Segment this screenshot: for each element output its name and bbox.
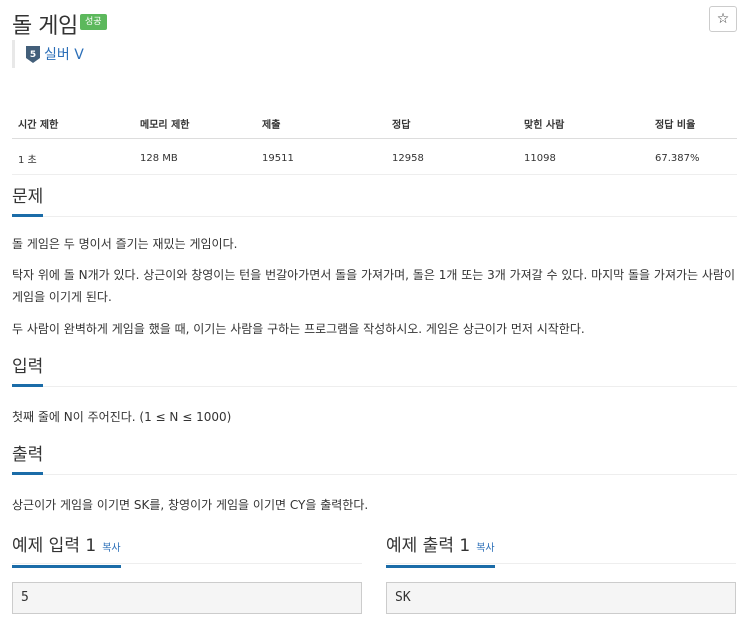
tier-number: 5 [30,50,36,60]
problem-paragraph-3: 두 사람이 완벽하게 게임을 했을 때, 이기는 사람을 구하는 프로그램을 작… [12,322,585,336]
stats-time-limit: 1 초 [12,138,134,175]
stats-header-solvers: 맞힌 사람 [518,110,649,139]
stats-header-time-limit: 시간 제한 [12,110,134,139]
tier-indicator[interactable]: 5 실버 V [12,40,84,68]
sample-input-title: 예제 입력 1 복사 [12,535,121,568]
problem-stats-table: 시간 제한 메모리 제한 제출 정답 맞힌 사람 정답 비율 1 초 128 M… [12,110,737,175]
stats-header-ratio: 정답 비율 [649,110,737,139]
status-badge: 성공 [80,14,107,30]
stats-ratio: 67.387% [649,138,737,175]
stats-header-memory-limit: 메모리 제한 [134,110,256,139]
star-icon: ☆ [716,11,730,27]
output-section-header: 출력 [12,444,737,475]
problem-title: 돌 게임 [12,14,78,39]
tier-shield-icon: 5 [26,45,40,63]
tier-label[interactable]: 실버 V [44,44,84,64]
sample-input-panel: 예제 입력 1 복사 5 [12,535,362,614]
problem-section-header: 문제 [12,186,737,217]
sample-output-box[interactable]: SK [386,582,736,614]
stats-header-row: 시간 제한 메모리 제한 제출 정답 맞힌 사람 정답 비율 [12,110,737,139]
copy-sample-input-link[interactable]: 복사 [102,543,120,554]
stats-header-accepted: 정답 [386,110,518,139]
input-section-title: 입력 [12,356,44,387]
output-description: 상근이가 게임을 이기면 SK를, 창영이가 게임을 이기면 CY을 출력한다. [12,498,369,512]
problem-page: 돌 게임 성공 ☆ 5 실버 V 시간 제한 메모리 제한 제출 정답 맞힌 사… [12,0,737,614]
stats-accepted: 12958 [386,138,518,175]
problem-section-title: 문제 [12,186,44,217]
sample-input-header: 예제 입력 1 복사 [12,535,362,568]
stats-header-submissions: 제출 [256,110,386,139]
input-description: 첫째 줄에 N이 주어진다. (1 ≤ N ≤ 1000) [12,410,232,424]
sample-output-panel: 예제 출력 1 복사 SK [386,535,736,614]
sample-output-header: 예제 출력 1 복사 [386,535,736,568]
sample-input-title-text: 예제 입력 1 [12,536,97,556]
favorite-star-button[interactable]: ☆ [709,6,737,32]
output-section-title: 출력 [12,444,44,475]
input-section-header: 입력 [12,356,737,387]
sample-input-box[interactable]: 5 [12,582,362,614]
problem-header: 돌 게임 성공 ☆ [12,0,737,44]
copy-sample-output-link[interactable]: 복사 [476,543,494,554]
problem-paragraph-2: 탁자 위에 돌 N개가 있다. 상근이와 창영이는 턴을 번갈아가면서 돌을 가… [12,268,735,304]
stats-memory-limit: 128 MB [134,138,256,175]
sample-output-title: 예제 출력 1 복사 [386,535,495,568]
stats-value-row: 1 초 128 MB 19511 12958 11098 67.387% [12,138,737,175]
sample-output-title-text: 예제 출력 1 [386,536,471,556]
problem-paragraph-1: 돌 게임은 두 명이서 즐기는 재밌는 게임이다. [12,237,238,251]
stats-solvers: 11098 [518,138,649,175]
stats-submissions: 19511 [256,138,386,175]
